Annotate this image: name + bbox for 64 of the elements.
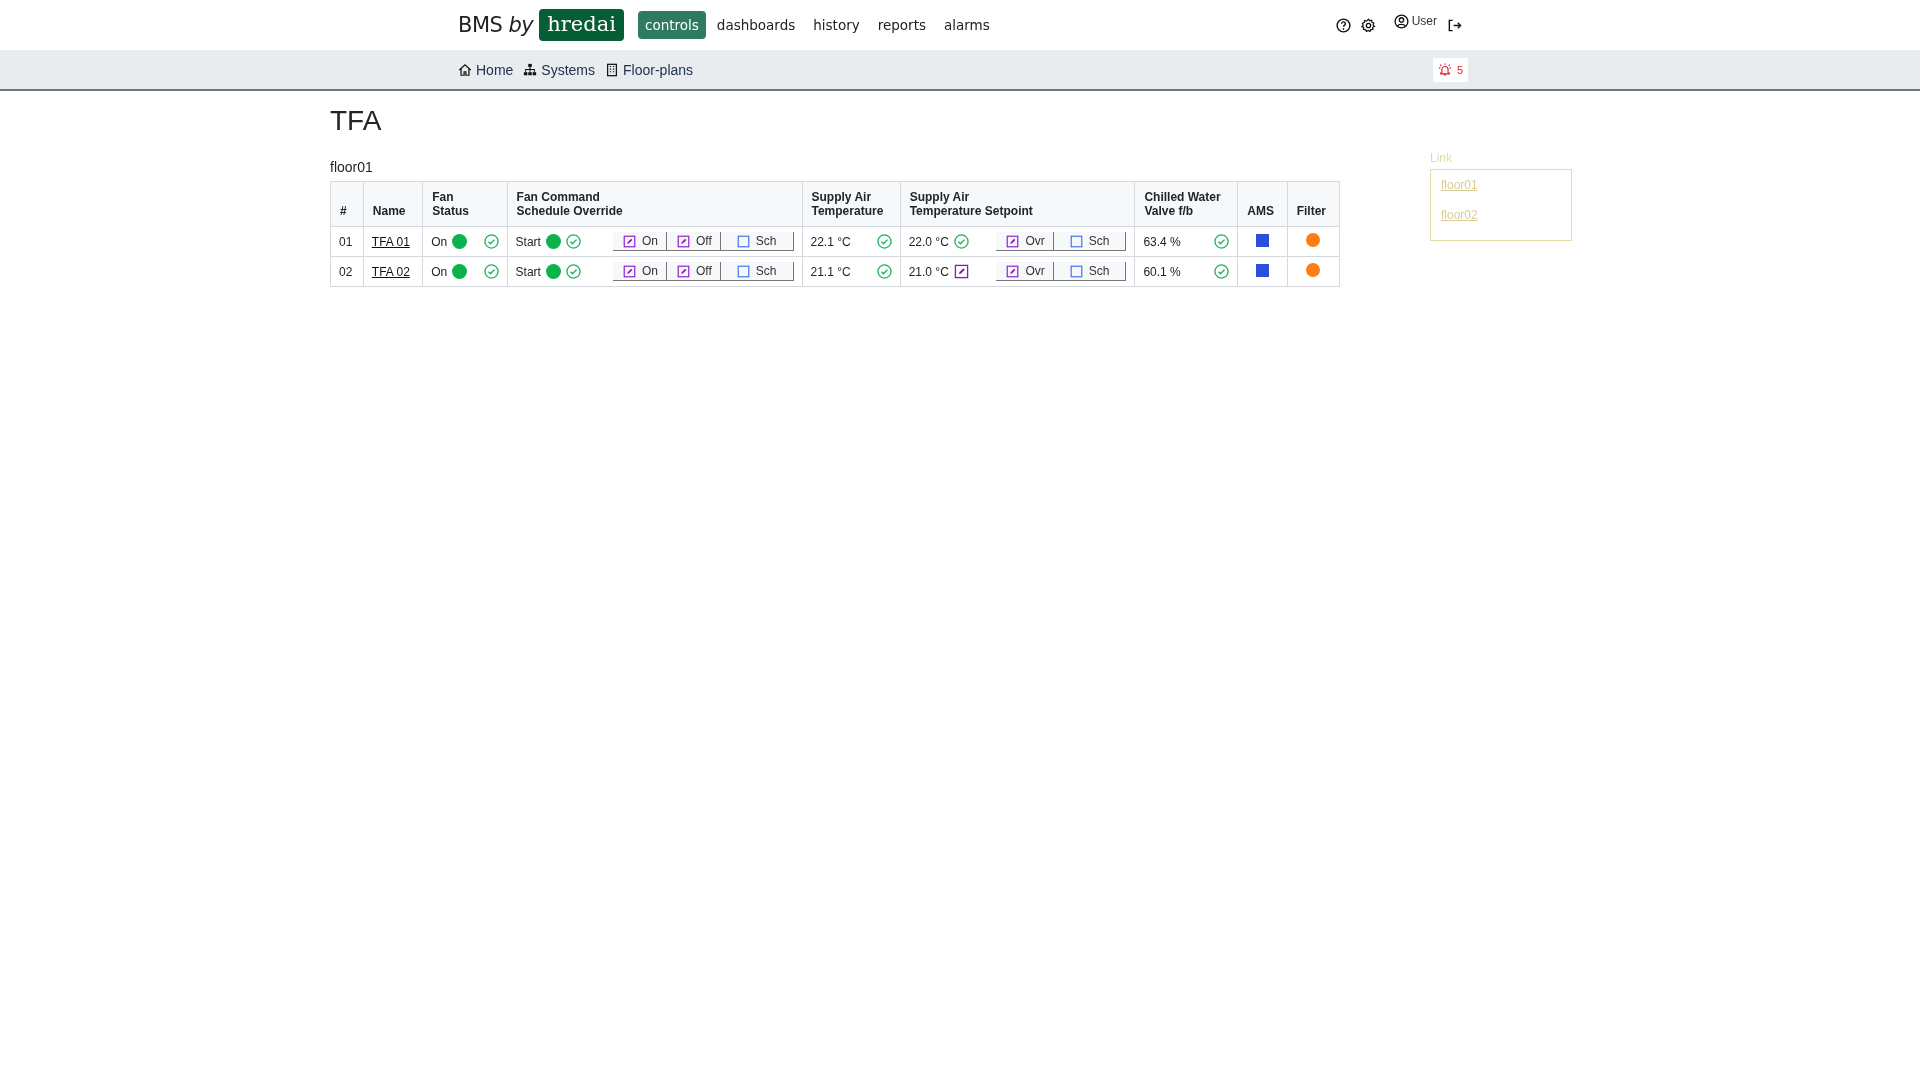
column-header: Fan Command Schedule Override xyxy=(507,181,802,227)
override-button[interactable]: Ovr xyxy=(996,262,1054,281)
edit-box-icon xyxy=(1006,234,1020,248)
setpoint-value: 22.0 °C xyxy=(908,234,949,249)
valve-value: 60.1 % xyxy=(1143,264,1181,279)
hierarchy-icon xyxy=(523,62,538,77)
override-button[interactable]: Ovr xyxy=(996,232,1054,251)
temperature-value: 22.1 °C xyxy=(810,234,851,249)
valve-value: 63.4 % xyxy=(1143,234,1181,249)
nav-tab[interactable]: controls xyxy=(637,11,706,39)
building-icon xyxy=(605,62,620,77)
override-button[interactable]: Off xyxy=(667,232,721,251)
edit-box-icon xyxy=(623,234,636,248)
user-menu[interactable]: User xyxy=(1393,13,1437,29)
temperature-value: 21.1 °C xyxy=(810,264,851,279)
override-button[interactable]: Sch xyxy=(1053,262,1127,281)
table-cell: 02 xyxy=(330,256,364,287)
empty-box-icon xyxy=(736,264,750,278)
empty-box-icon xyxy=(1069,264,1083,278)
subnav-link[interactable]: Home xyxy=(458,61,514,78)
override-button[interactable]: Sch xyxy=(720,262,794,281)
home-icon xyxy=(458,62,472,77)
override-button[interactable]: On xyxy=(613,262,667,281)
override-button[interactable]: On xyxy=(613,232,667,251)
override-button[interactable]: Sch xyxy=(720,232,794,251)
column-header: Fan Status xyxy=(422,181,508,227)
empty-box-icon xyxy=(1069,234,1083,248)
logout-icon[interactable] xyxy=(1447,17,1462,33)
user-icon xyxy=(1393,13,1409,29)
nav-tab[interactable]: dashboards xyxy=(709,11,803,39)
logo[interactable]: hredai xyxy=(539,9,624,41)
edit-box-icon xyxy=(1006,264,1020,278)
column-header: AMS xyxy=(1237,181,1288,227)
brand-text: BMS by xyxy=(458,13,534,37)
nav-tab[interactable]: history xyxy=(806,11,867,39)
status-text: On xyxy=(431,264,448,279)
override-button[interactable]: Off xyxy=(667,262,721,281)
edit-box-icon xyxy=(623,264,636,278)
nav-tab[interactable]: alarms xyxy=(936,11,997,39)
nav-tab[interactable]: reports xyxy=(870,11,933,39)
setpoint-value: 21.0 °C xyxy=(908,264,949,279)
panel-title: Link xyxy=(1430,151,1453,165)
column-header: Supply Air Temperature xyxy=(802,181,901,227)
column-header: Name xyxy=(363,181,423,227)
page-title: TFA xyxy=(330,105,383,137)
table-cell: 01 xyxy=(330,226,364,257)
bell-icon xyxy=(1437,62,1452,77)
edit-box-icon xyxy=(677,264,690,278)
edit-box-icon xyxy=(677,234,690,248)
column-header: Filter xyxy=(1287,181,1340,227)
empty-box-icon xyxy=(736,234,750,248)
subnav-link[interactable]: Systems xyxy=(523,61,596,78)
column-header: Chilled Water Valve f/b xyxy=(1134,181,1238,227)
command-text: Start xyxy=(515,234,541,249)
column-header: # xyxy=(330,181,364,227)
section-title: floor01 xyxy=(330,159,374,175)
status-text: On xyxy=(431,234,448,249)
column-header: Supply Air Temperature Setpoint xyxy=(900,181,1135,227)
override-button[interactable]: Sch xyxy=(1053,232,1127,251)
settings-icon[interactable] xyxy=(1360,17,1376,33)
subnav-link[interactable]: Floor-plans xyxy=(605,61,694,78)
help-icon[interactable] xyxy=(1335,17,1351,33)
command-text: Start xyxy=(515,264,541,279)
alarm-badge[interactable]: 5 xyxy=(1432,57,1468,82)
